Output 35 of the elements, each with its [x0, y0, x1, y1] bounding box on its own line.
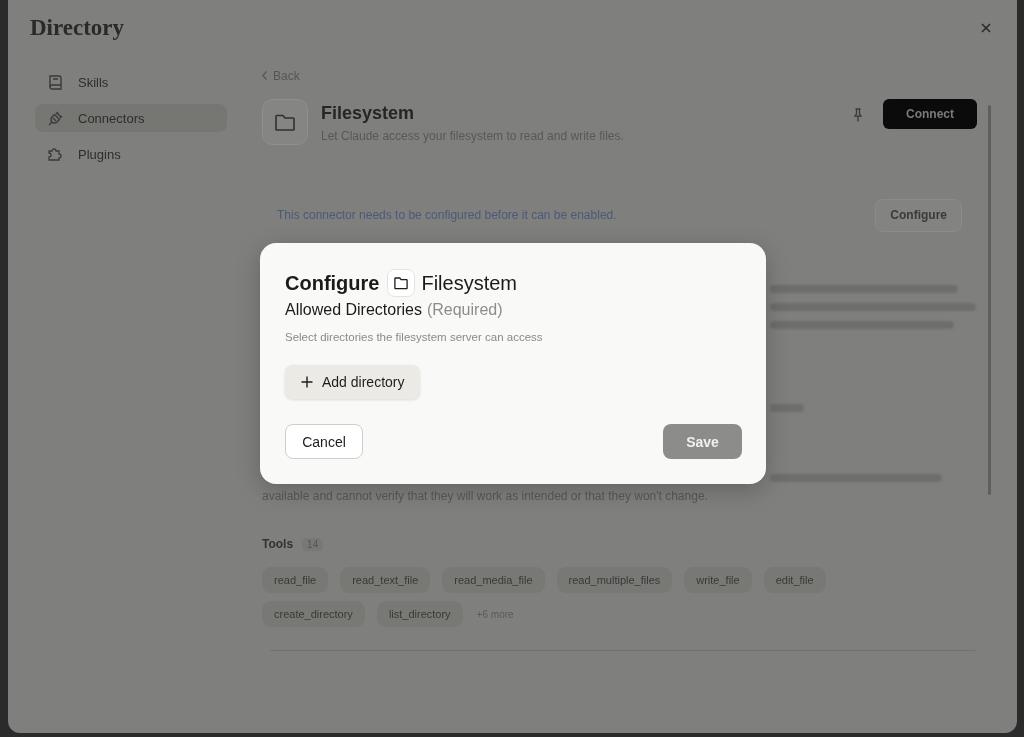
field-label: Allowed Directories: [285, 301, 422, 319]
plug-icon: [47, 110, 63, 126]
connector-name: Filesystem: [421, 271, 517, 295]
close-button[interactable]: [979, 21, 993, 35]
connect-button[interactable]: Connect: [883, 99, 977, 129]
pin-icon[interactable]: [854, 108, 862, 122]
chevron-left-icon: [262, 71, 267, 80]
tool-tag: read_media_file: [442, 567, 545, 593]
tool-tag: create_directory: [262, 601, 365, 627]
tool-tag: edit_file: [763, 567, 826, 593]
book-icon: [48, 74, 62, 90]
window-title: Directory: [30, 14, 125, 42]
add-directory-button[interactable]: Add directory: [285, 365, 421, 399]
tools-heading: Tools: [262, 537, 294, 551]
puzzle-icon: [48, 147, 62, 161]
scrollbar[interactable]: [988, 105, 991, 495]
sidebar-item[interactable]: Connectors: [35, 104, 227, 132]
connector-name: Filesystem: [321, 102, 416, 124]
folder-icon: [387, 269, 416, 297]
cancel-button[interactable]: Cancel: [285, 424, 363, 459]
tool-tag: list_directory: [376, 601, 463, 627]
tool-tag: read_file: [262, 567, 329, 593]
required-note: (Required): [426, 301, 503, 319]
dialog-title: Configure: [285, 271, 380, 295]
sidebar-item[interactable]: Skills: [35, 68, 227, 96]
close-icon: [981, 23, 991, 33]
sidebar-item[interactable]: Plugins: [35, 140, 227, 168]
tool-tag: read_text_file: [340, 567, 431, 593]
plus-icon: [301, 376, 313, 388]
configure-button[interactable]: Configure: [875, 198, 962, 232]
folder-icon: [262, 99, 308, 145]
field-hint: Select directories the filesystem server can access: [285, 330, 544, 345]
blurred-text-line: [770, 404, 804, 412]
tool-tag: read_multiple_files: [556, 567, 673, 593]
tool-tag: write_file: [684, 567, 752, 593]
